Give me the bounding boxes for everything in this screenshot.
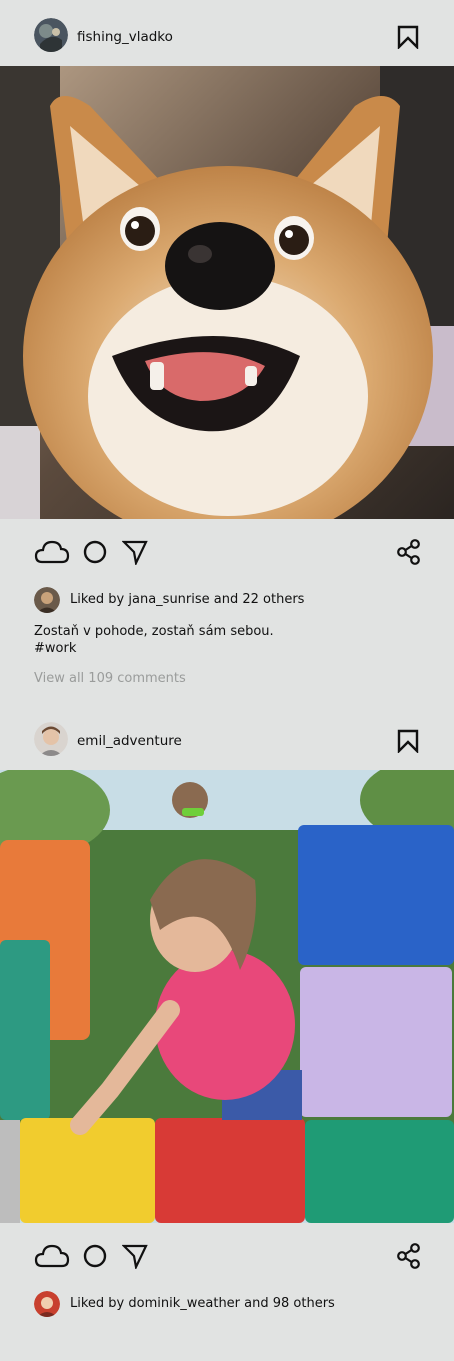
post-2: emil_adventure Liked by dominik_weather … <box>0 704 454 1361</box>
avatar[interactable] <box>34 1291 60 1317</box>
caption-text: Zostaň v pohode, zostaň sám sebou. <box>34 624 274 639</box>
likes-prefix: Liked by <box>70 1296 129 1311</box>
avatar[interactable] <box>34 587 60 613</box>
likes-suffix: and 22 others <box>209 592 305 607</box>
post-actions <box>0 1235 454 1275</box>
send-icon[interactable] <box>121 1243 148 1271</box>
share-icon[interactable] <box>396 1243 422 1269</box>
bookmark-icon[interactable] <box>397 729 419 754</box>
circle-icon[interactable] <box>83 1244 107 1268</box>
username[interactable]: fishing_vladko <box>77 29 173 45</box>
likes-prefix: Liked by <box>70 592 129 607</box>
likes-text: Liked by jana_sunrise and 22 others <box>70 592 304 607</box>
likes-text: Liked by dominik_weather and 98 others <box>70 1296 335 1311</box>
share-icon[interactable] <box>396 539 422 565</box>
username[interactable]: emil_adventure <box>77 733 182 749</box>
post-actions <box>0 531 454 571</box>
cloud-icon[interactable] <box>34 537 70 565</box>
cloud-icon[interactable] <box>34 1241 70 1269</box>
post-photo-dog[interactable] <box>0 66 454 519</box>
send-icon[interactable] <box>121 539 148 567</box>
likes-suffix: and 98 others <box>240 1296 335 1311</box>
likes-user[interactable]: dominik_weather <box>128 1296 240 1311</box>
avatar[interactable] <box>34 18 68 52</box>
post-header: emil_adventure <box>0 704 454 770</box>
post-1: fishing_vladko Liked by jana_sunrise and… <box>0 0 454 700</box>
post-header: fishing_vladko <box>0 0 454 66</box>
caption: Zostaň v pohode, zostaň sám sebou. #work <box>34 623 274 657</box>
post-photo-blocks[interactable] <box>0 770 454 1223</box>
likes-user[interactable]: jana_sunrise <box>128 592 209 607</box>
hashtag[interactable]: #work <box>34 640 274 657</box>
avatar[interactable] <box>34 722 68 756</box>
bookmark-icon[interactable] <box>397 25 419 50</box>
view-comments-link[interactable]: View all 109 comments <box>34 671 186 686</box>
circle-icon[interactable] <box>83 540 107 564</box>
